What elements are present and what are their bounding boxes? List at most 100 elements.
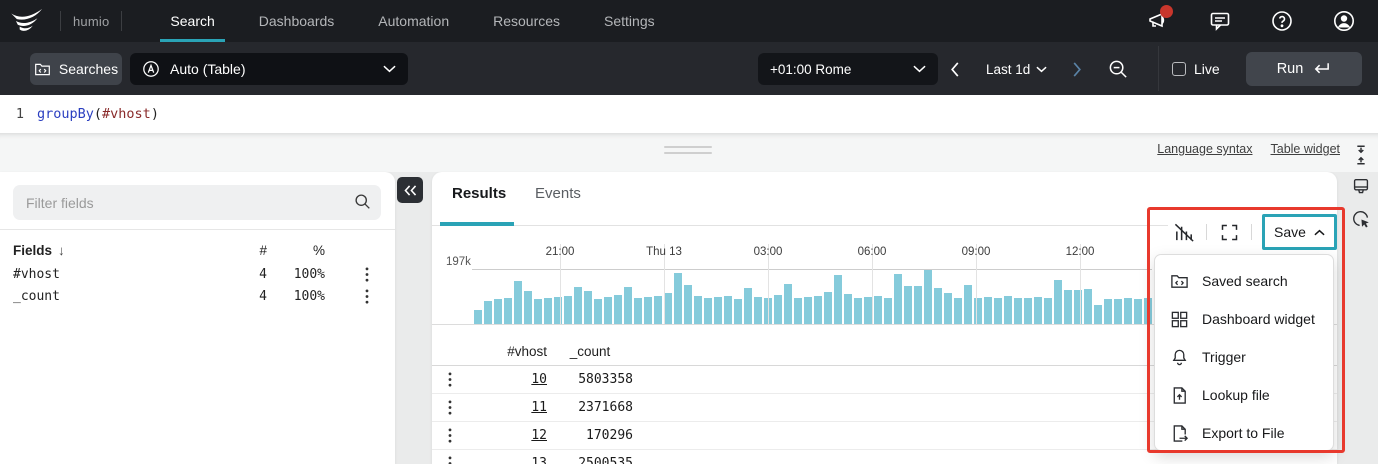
histogram-bar[interactable] bbox=[654, 296, 662, 324]
histogram-bar[interactable] bbox=[1004, 296, 1012, 324]
menu-item-export-to-file[interactable]: Export to File bbox=[1155, 414, 1333, 452]
query-details-icon[interactable] bbox=[1350, 176, 1374, 200]
toggle-histogram-icon[interactable] bbox=[1172, 220, 1196, 244]
kebab-menu-icon[interactable] bbox=[432, 372, 468, 387]
searches-button[interactable]: Searches bbox=[30, 53, 122, 85]
crowdstrike-falcon-logo[interactable] bbox=[10, 7, 48, 35]
feedback-icon[interactable] bbox=[1208, 9, 1232, 33]
histogram-bar[interactable] bbox=[1024, 298, 1032, 324]
histogram-bar[interactable] bbox=[574, 287, 582, 324]
brand-name[interactable]: humio bbox=[73, 14, 109, 29]
histogram-bar[interactable] bbox=[684, 285, 692, 324]
kebab-menu-icon[interactable] bbox=[432, 428, 468, 443]
save-button[interactable]: Save bbox=[1262, 214, 1337, 250]
histogram-bar[interactable] bbox=[1064, 290, 1072, 324]
histogram-bar[interactable] bbox=[804, 297, 812, 324]
fields-header-label[interactable]: Fields bbox=[13, 243, 52, 258]
vhost-value-link[interactable]: 12 bbox=[468, 428, 547, 443]
tab-events[interactable]: Events bbox=[535, 185, 581, 202]
histogram-bar[interactable] bbox=[1144, 298, 1152, 324]
histogram-bar[interactable] bbox=[1044, 298, 1052, 324]
histogram-bar[interactable] bbox=[644, 297, 652, 324]
histogram-bar[interactable] bbox=[634, 298, 642, 324]
time-forward-button[interactable] bbox=[1072, 53, 1082, 85]
menu-item-saved-search[interactable]: Saved search bbox=[1155, 262, 1333, 300]
histogram-bar[interactable] bbox=[784, 284, 792, 324]
histogram-bar[interactable] bbox=[1134, 299, 1142, 324]
collapse-fields-panel-button[interactable] bbox=[397, 177, 423, 203]
histogram-bar[interactable] bbox=[964, 285, 972, 324]
histogram-bar[interactable] bbox=[584, 291, 592, 324]
run-button[interactable]: Run bbox=[1246, 52, 1362, 86]
histogram-bar[interactable] bbox=[604, 297, 612, 324]
view-mode-select[interactable]: Auto (Table) bbox=[130, 53, 408, 85]
histogram-bar[interactable] bbox=[1094, 305, 1102, 324]
fullscreen-icon[interactable] bbox=[1217, 220, 1241, 244]
kebab-menu-icon[interactable] bbox=[432, 400, 468, 415]
histogram-bar[interactable] bbox=[514, 281, 522, 324]
sort-down-icon[interactable]: ↓ bbox=[58, 243, 65, 258]
histogram-bar[interactable] bbox=[674, 273, 682, 324]
histogram-bar[interactable] bbox=[934, 288, 942, 324]
histogram-bar[interactable] bbox=[664, 293, 672, 324]
menu-item-trigger[interactable]: Trigger bbox=[1155, 338, 1333, 376]
field-name[interactable]: _count bbox=[0, 289, 231, 304]
histogram-bar[interactable] bbox=[1054, 280, 1062, 324]
menu-item-dashboard-widget[interactable]: Dashboard widget bbox=[1155, 300, 1333, 338]
query-text[interactable]: groupBy(#vhost) bbox=[37, 106, 159, 122]
vhost-column-header[interactable]: #vhost bbox=[468, 344, 547, 359]
histogram-bar[interactable] bbox=[954, 298, 962, 324]
live-checkbox[interactable] bbox=[1172, 62, 1186, 76]
histogram-bar[interactable] bbox=[994, 298, 1002, 324]
histogram-bar[interactable] bbox=[594, 299, 602, 324]
nav-item-search[interactable]: Search bbox=[148, 0, 236, 42]
histogram-bar[interactable] bbox=[844, 294, 852, 324]
announcements-icon[interactable] bbox=[1146, 9, 1170, 33]
histogram-bar[interactable] bbox=[564, 296, 572, 324]
live-toggle[interactable]: Live bbox=[1172, 53, 1220, 85]
histogram-bar[interactable] bbox=[524, 291, 532, 324]
field-row[interactable]: #vhost 4 100% bbox=[0, 263, 395, 285]
histogram-bar[interactable] bbox=[624, 287, 632, 324]
histogram-bar[interactable] bbox=[924, 270, 932, 324]
histogram-bar[interactable] bbox=[1104, 299, 1112, 324]
histogram-bar[interactable] bbox=[614, 295, 622, 324]
histogram-bar[interactable] bbox=[1114, 299, 1122, 324]
timezone-select[interactable]: +01:00 Rome bbox=[758, 53, 938, 85]
histogram-bar[interactable] bbox=[904, 286, 912, 324]
collapse-vertical-icon[interactable] bbox=[1350, 144, 1374, 168]
histogram-bar[interactable] bbox=[944, 293, 952, 324]
field-row[interactable]: _count 4 100% bbox=[0, 285, 395, 307]
interactive-pointer-icon[interactable] bbox=[1350, 208, 1374, 232]
histogram-bar[interactable] bbox=[1034, 297, 1042, 324]
histogram-bar[interactable] bbox=[744, 288, 752, 324]
histogram-bar[interactable] bbox=[894, 274, 902, 324]
histogram-bar[interactable] bbox=[754, 297, 762, 324]
histogram-bar[interactable] bbox=[914, 286, 922, 324]
histogram-bar[interactable] bbox=[814, 296, 822, 324]
vhost-value-link[interactable]: 11 bbox=[468, 400, 547, 415]
histogram-bar[interactable] bbox=[704, 298, 712, 324]
histogram-bar[interactable] bbox=[534, 299, 542, 324]
table-widget-link[interactable]: Table widget bbox=[1271, 142, 1341, 156]
histogram-bar[interactable] bbox=[794, 298, 802, 324]
histogram-bar[interactable] bbox=[1014, 298, 1022, 324]
menu-item-lookup-file[interactable]: Lookup file bbox=[1155, 376, 1333, 414]
histogram-bar[interactable] bbox=[474, 310, 482, 324]
language-syntax-link[interactable]: Language syntax bbox=[1157, 142, 1252, 156]
account-icon[interactable] bbox=[1332, 9, 1356, 33]
histogram-bar[interactable] bbox=[714, 297, 722, 324]
histogram-bar[interactable] bbox=[544, 298, 552, 324]
histogram-bar[interactable] bbox=[864, 297, 872, 324]
histogram-bar[interactable] bbox=[854, 298, 862, 324]
histogram-bar[interactable] bbox=[824, 292, 832, 324]
time-back-button[interactable] bbox=[950, 53, 960, 85]
field-name[interactable]: #vhost bbox=[0, 267, 231, 282]
table-row[interactable]: 13 2500535 bbox=[432, 450, 1337, 464]
histogram-bar[interactable] bbox=[834, 275, 842, 324]
histogram-bar[interactable] bbox=[734, 299, 742, 324]
resize-handle[interactable] bbox=[664, 146, 712, 158]
nav-item-settings[interactable]: Settings bbox=[582, 0, 677, 42]
kebab-menu-icon[interactable] bbox=[339, 289, 395, 304]
histogram-bar[interactable] bbox=[484, 301, 492, 324]
